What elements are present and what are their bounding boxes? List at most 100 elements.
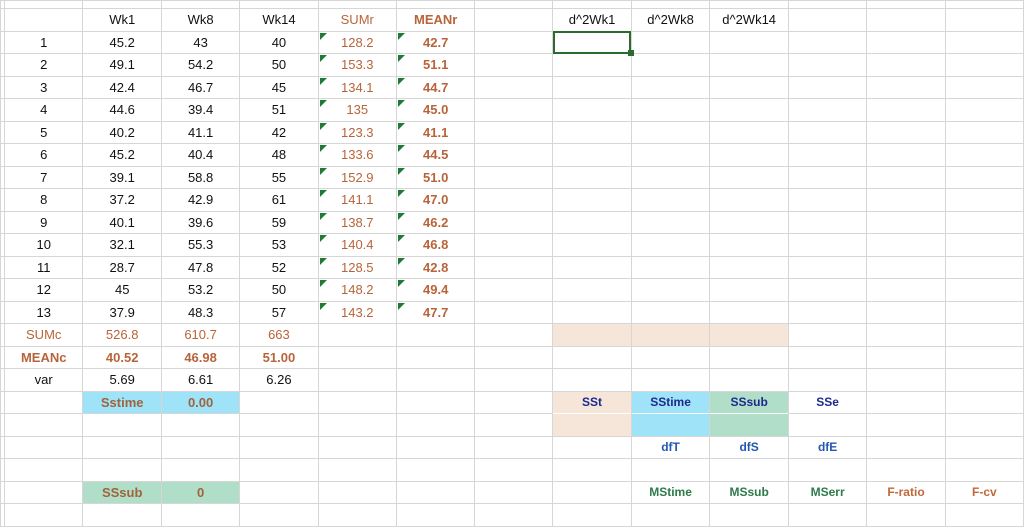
cell[interactable] bbox=[474, 75, 554, 99]
cell[interactable]: 55.3 bbox=[160, 233, 241, 257]
cell[interactable] bbox=[317, 480, 397, 504]
cell[interactable]: 41.1 bbox=[395, 120, 476, 144]
cell[interactable] bbox=[552, 53, 632, 77]
cell[interactable]: 42.8 bbox=[395, 255, 476, 279]
cell[interactable]: 5.69 bbox=[82, 368, 162, 392]
cell[interactable] bbox=[552, 165, 632, 189]
cell[interactable] bbox=[552, 278, 632, 302]
cell[interactable] bbox=[630, 323, 711, 347]
cell[interactable] bbox=[630, 255, 711, 279]
cell[interactable] bbox=[552, 188, 632, 212]
cell[interactable] bbox=[866, 98, 946, 122]
cell[interactable]: 2 bbox=[3, 53, 84, 77]
cell[interactable] bbox=[82, 458, 162, 482]
cell[interactable]: MEANr bbox=[395, 8, 476, 32]
cell[interactable] bbox=[866, 120, 946, 144]
cell[interactable] bbox=[474, 0, 554, 9]
cell[interactable]: 47.8 bbox=[160, 255, 241, 279]
cell[interactable] bbox=[630, 30, 711, 54]
cell[interactable]: 8 bbox=[3, 188, 84, 212]
cell[interactable]: 39.1 bbox=[82, 165, 162, 189]
cell[interactable]: dfT bbox=[630, 435, 711, 459]
cell[interactable]: 46.8 bbox=[395, 233, 476, 257]
cell[interactable]: 61 bbox=[239, 188, 319, 212]
cell[interactable] bbox=[944, 233, 1024, 257]
cell[interactable]: 45 bbox=[82, 278, 162, 302]
cell[interactable] bbox=[239, 435, 319, 459]
cell[interactable] bbox=[552, 255, 632, 279]
cell[interactable] bbox=[630, 188, 711, 212]
cell[interactable] bbox=[787, 53, 868, 77]
cell[interactable] bbox=[866, 435, 946, 459]
cell[interactable] bbox=[787, 255, 868, 279]
cell[interactable] bbox=[787, 98, 868, 122]
cell[interactable]: SSe bbox=[787, 390, 868, 414]
cell[interactable]: SSsub bbox=[82, 480, 162, 504]
cell[interactable] bbox=[630, 458, 711, 482]
cell[interactable] bbox=[709, 233, 789, 257]
cell[interactable]: Sstime bbox=[82, 390, 162, 414]
cell[interactable] bbox=[474, 413, 554, 437]
cell[interactable]: d^2Wk14 bbox=[709, 8, 789, 32]
cell[interactable]: 45.0 bbox=[395, 98, 476, 122]
cell[interactable] bbox=[787, 188, 868, 212]
cell[interactable]: 152.9 bbox=[317, 165, 397, 189]
cell[interactable] bbox=[787, 143, 868, 167]
cell[interactable] bbox=[787, 233, 868, 257]
cell[interactable] bbox=[944, 120, 1024, 144]
cell[interactable]: 40.4 bbox=[160, 143, 241, 167]
cell[interactable] bbox=[395, 435, 476, 459]
cell[interactable] bbox=[239, 480, 319, 504]
cell[interactable]: 13 bbox=[3, 300, 84, 324]
cell[interactable]: MEANc bbox=[3, 345, 84, 369]
cell[interactable] bbox=[474, 458, 554, 482]
cell[interactable] bbox=[552, 0, 632, 9]
cell[interactable]: 610.7 bbox=[160, 323, 241, 347]
cell[interactable]: 43 bbox=[160, 30, 241, 54]
cell[interactable] bbox=[630, 233, 711, 257]
selected-cell[interactable] bbox=[552, 30, 634, 56]
cell[interactable] bbox=[787, 300, 868, 324]
cell[interactable] bbox=[944, 210, 1024, 234]
cell[interactable] bbox=[160, 0, 241, 9]
cell[interactable] bbox=[709, 345, 789, 369]
cell[interactable]: 6.26 bbox=[239, 368, 319, 392]
cell[interactable]: 48.3 bbox=[160, 300, 241, 324]
cell[interactable] bbox=[709, 278, 789, 302]
cell[interactable]: F-cv bbox=[944, 480, 1024, 504]
cell[interactable]: 47.7 bbox=[395, 300, 476, 324]
cell[interactable] bbox=[552, 458, 632, 482]
cell[interactable]: dfE bbox=[787, 435, 868, 459]
cell[interactable] bbox=[787, 0, 868, 9]
cell[interactable] bbox=[944, 255, 1024, 279]
cell[interactable]: 45.2 bbox=[82, 30, 162, 54]
cell[interactable] bbox=[709, 53, 789, 77]
cell[interactable] bbox=[944, 368, 1024, 392]
cell[interactable] bbox=[3, 435, 84, 459]
cell[interactable] bbox=[317, 458, 397, 482]
cell[interactable] bbox=[866, 458, 946, 482]
cell[interactable]: 51.1 bbox=[395, 53, 476, 77]
cell[interactable]: SStime bbox=[630, 390, 711, 414]
cell[interactable] bbox=[630, 75, 711, 99]
cell[interactable] bbox=[552, 143, 632, 167]
cell[interactable] bbox=[474, 278, 554, 302]
cell[interactable] bbox=[709, 165, 789, 189]
cell[interactable]: 148.2 bbox=[317, 278, 397, 302]
cell[interactable] bbox=[787, 278, 868, 302]
cell[interactable] bbox=[317, 435, 397, 459]
cell[interactable]: d^2Wk1 bbox=[552, 8, 632, 32]
cell[interactable]: 663 bbox=[239, 323, 319, 347]
cell[interactable]: 0.00 bbox=[160, 390, 241, 414]
cell[interactable]: 128.5 bbox=[317, 255, 397, 279]
cell[interactable] bbox=[474, 143, 554, 167]
cell[interactable] bbox=[474, 368, 554, 392]
cell[interactable] bbox=[630, 210, 711, 234]
cell[interactable] bbox=[160, 413, 241, 437]
cell[interactable]: 55 bbox=[239, 165, 319, 189]
cell[interactable] bbox=[630, 300, 711, 324]
cell[interactable]: 48 bbox=[239, 143, 319, 167]
cell[interactable]: 47.0 bbox=[395, 188, 476, 212]
cell[interactable] bbox=[944, 165, 1024, 189]
cell[interactable] bbox=[474, 210, 554, 234]
